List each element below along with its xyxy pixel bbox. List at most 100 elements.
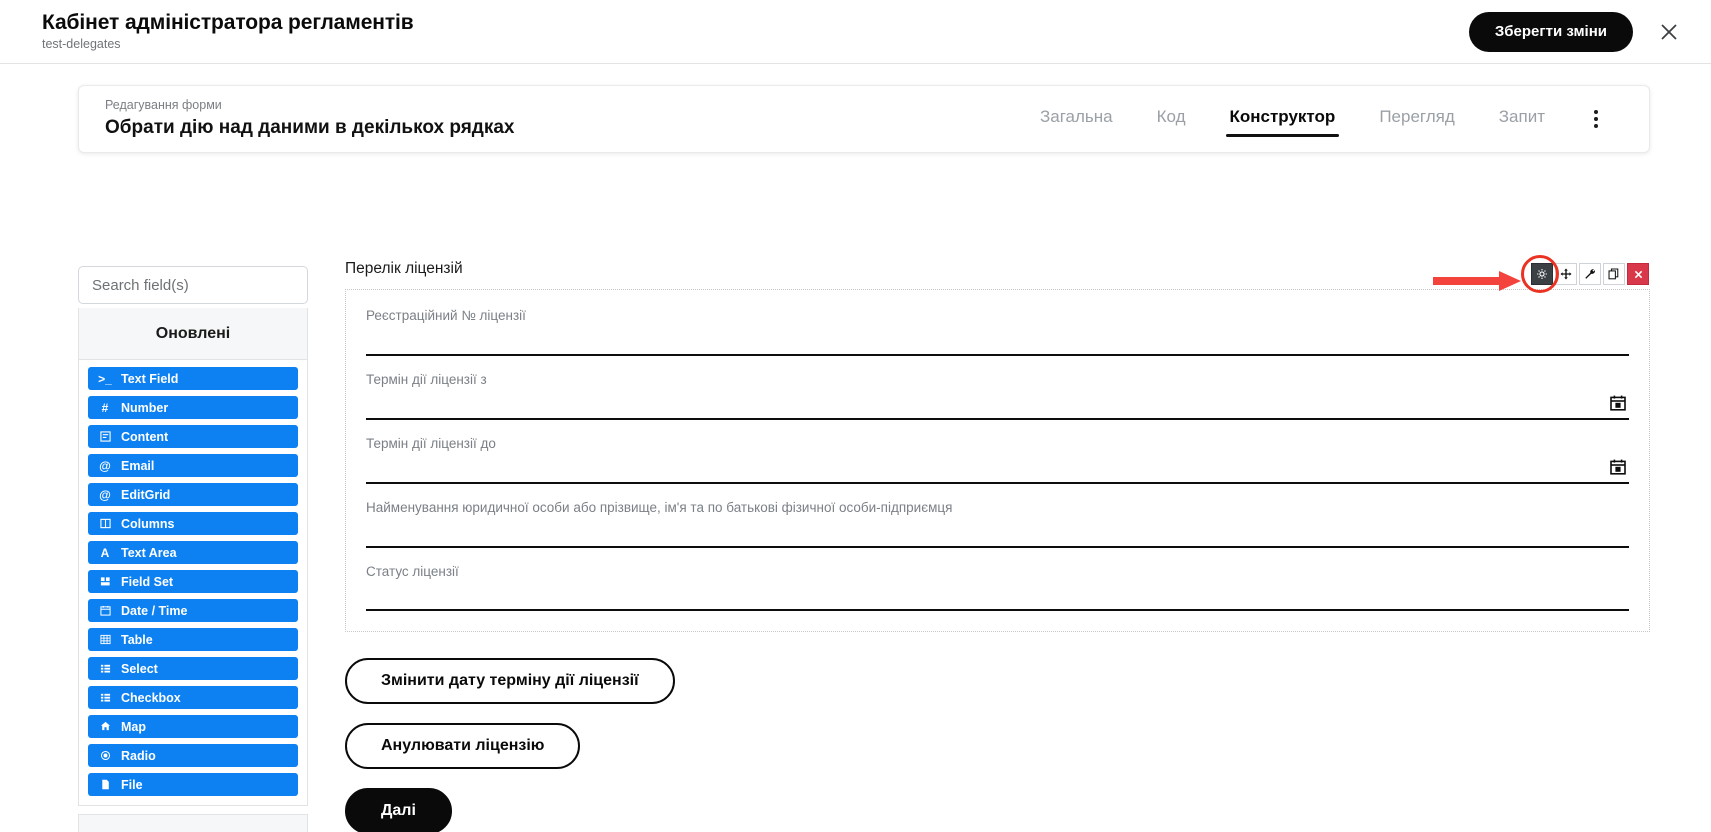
component-label: Columns <box>121 516 175 531</box>
component-label: Select <box>121 661 158 676</box>
field-underline <box>366 417 1629 420</box>
field-entity-name[interactable]: Найменування юридичної особи або прізвищ… <box>358 500 1637 548</box>
component-label: Number <box>121 400 169 415</box>
calendar-icon[interactable] <box>1609 458 1627 476</box>
component-field-set[interactable]: Field Set <box>88 570 298 593</box>
move-button[interactable] <box>1555 263 1577 285</box>
component-label: File <box>121 777 143 792</box>
field-registration-number[interactable]: Реєстраційний № ліцензії <box>358 308 1637 356</box>
action-row: Далі <box>345 788 1650 832</box>
copy-button[interactable] <box>1603 263 1625 285</box>
component-label: Table <box>121 632 153 647</box>
change-license-date-button[interactable]: Змінити дату терміну дії ліцензії <box>345 658 675 705</box>
terminal-icon: >_ <box>98 371 112 386</box>
component-label: Map <box>121 719 146 734</box>
component-radio[interactable]: Radio <box>88 744 298 767</box>
text-area-icon: A <box>100 545 110 560</box>
component-label: Email <box>121 458 155 473</box>
tab-pereglyad[interactable]: Перегляд <box>1357 101 1476 137</box>
field-label: Найменування юридичної особи або прізвищ… <box>366 499 953 515</box>
component-toolbar <box>1521 255 1649 293</box>
map-marker-icon <box>98 721 112 732</box>
calendar-icon[interactable] <box>1609 394 1627 412</box>
hash-icon: # <box>101 400 109 415</box>
component-content[interactable]: Content <box>88 425 298 448</box>
page-subtitle: test-delegates <box>42 37 121 52</box>
radio-icon <box>98 750 112 761</box>
kebab-menu-icon[interactable] <box>1581 102 1611 136</box>
component-label: Content <box>121 429 169 444</box>
save-changes-button[interactable]: Зберегти зміни <box>1468 11 1633 52</box>
component-number[interactable]: # Number <box>88 396 298 419</box>
at-icon: @ <box>99 487 111 502</box>
remove-button[interactable] <box>1627 263 1649 285</box>
tab-zapyt[interactable]: Запит <box>1477 101 1567 137</box>
component-table[interactable]: Table <box>88 628 298 651</box>
checkbox-list-icon <box>98 692 112 703</box>
search-input[interactable] <box>78 266 308 304</box>
field-license-valid-from[interactable]: Термін дії ліцензії з <box>358 372 1637 420</box>
form-actions: Змінити дату терміну дії ліцензії Анулюв… <box>345 658 1650 832</box>
component-map[interactable]: Map <box>88 715 298 738</box>
form-editor-card: Редагування форми Обрати дію над даними … <box>78 85 1650 153</box>
at-icon: @ <box>99 458 111 473</box>
component-group-eksperymentalni: Експериментальні <box>78 814 308 832</box>
table-icon <box>98 634 112 645</box>
component-text-area[interactable]: A Text Area <box>88 541 298 564</box>
form-editor-name: Обрати дію над даними в декількох рядках <box>105 116 515 138</box>
component-label: Date / Time <box>121 603 188 618</box>
field-license-status[interactable]: Статус ліцензії <box>358 564 1637 612</box>
tab-konstruktor[interactable]: Конструктор <box>1208 101 1358 137</box>
component-date-time[interactable]: Date / Time <box>88 599 298 622</box>
app-header: Кабінет адміністратора регламентів test-… <box>0 0 1711 64</box>
field-license-valid-to[interactable]: Термін дії ліцензії до <box>358 436 1637 484</box>
page-title: Кабінет адміністратора регламентів <box>42 11 414 35</box>
field-underline <box>366 481 1629 484</box>
component-group-header[interactable]: Оновлені <box>79 308 307 360</box>
edit-json-button[interactable] <box>1579 263 1601 285</box>
component-group-body: >_ Text Field # Number Content @ Email @… <box>79 360 307 805</box>
action-row: Змінити дату терміну дії ліцензії <box>345 658 1650 723</box>
columns-icon <box>98 518 112 529</box>
list-icon <box>98 663 112 674</box>
field-label: Термін дії ліцензії з <box>366 371 487 387</box>
component-email[interactable]: @ Email <box>88 454 298 477</box>
component-group-header[interactable]: Експериментальні <box>79 815 307 832</box>
component-checkbox[interactable]: Checkbox <box>88 686 298 709</box>
component-text-field[interactable]: >_ Text Field <box>88 367 298 390</box>
component-group-onovleni: Оновлені >_ Text Field # Number Content … <box>78 308 308 806</box>
revoke-license-button[interactable]: Анулювати ліцензію <box>345 723 581 770</box>
component-label: Field Set <box>121 574 174 589</box>
field-label: Статус ліцензії <box>366 563 459 579</box>
component-label: Radio <box>121 748 156 763</box>
component-label: Checkbox <box>121 690 181 705</box>
field-underline <box>366 353 1629 356</box>
component-container[interactable]: Реєстраційний № ліцензії Термін дії ліце… <box>345 255 1650 633</box>
component-label: Text Field <box>121 371 179 386</box>
app-header-actions: Зберегти зміни <box>1468 11 1683 52</box>
editor-tabs: Загальна Код Конструктор Перегляд Запит <box>1018 101 1611 137</box>
component-columns[interactable]: Columns <box>88 512 298 535</box>
editor-stage: Редагування форми Обрати дію над даними … <box>0 64 1711 832</box>
file-icon <box>98 779 112 790</box>
component-panel-title: Перелік ліцензій <box>345 260 463 277</box>
settings-button[interactable] <box>1531 263 1553 285</box>
next-button[interactable]: Далі <box>345 788 452 832</box>
component-file[interactable]: File <box>88 773 298 796</box>
component-select[interactable]: Select <box>88 657 298 680</box>
field-underline <box>366 545 1629 548</box>
form-editor-heading: Редагування форми Обрати дію над даними … <box>105 98 515 139</box>
component-label: EditGrid <box>121 487 171 502</box>
tab-zagalna[interactable]: Загальна <box>1018 101 1135 137</box>
app-header-titles: Кабінет адміністратора регламентів test-… <box>42 11 414 52</box>
close-icon[interactable] <box>1655 18 1683 46</box>
form-canvas: Перелік ліцензій Реєстраційний № ліцензі… <box>345 255 1650 832</box>
field-label: Термін дії ліцензії до <box>366 435 496 451</box>
tab-kod[interactable]: Код <box>1135 101 1208 137</box>
action-row: Анулювати ліцензію <box>345 723 1650 788</box>
calendar-icon <box>98 605 112 616</box>
component-sidebar: Оновлені >_ Text Field # Number <box>78 266 308 832</box>
component-label: Text Area <box>121 545 177 560</box>
component-editgrid[interactable]: @ EditGrid <box>88 483 298 506</box>
content-icon <box>98 431 112 442</box>
